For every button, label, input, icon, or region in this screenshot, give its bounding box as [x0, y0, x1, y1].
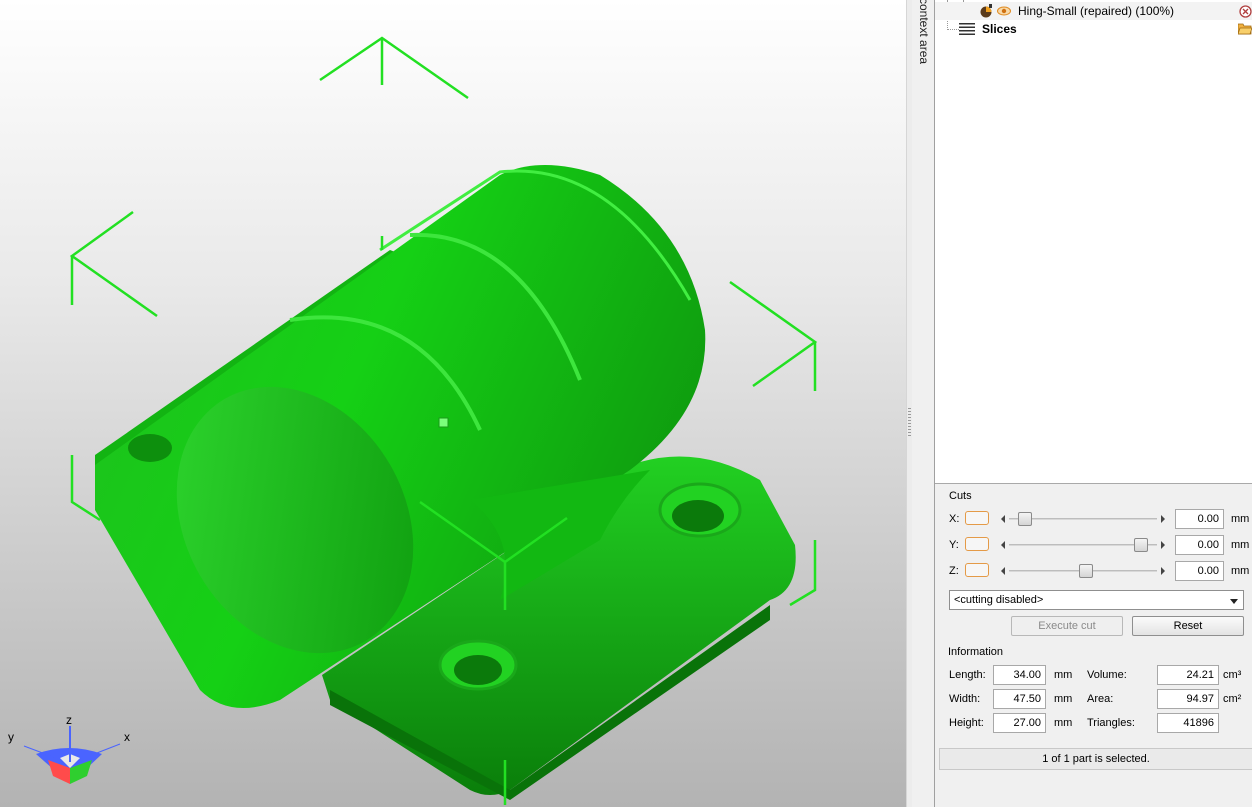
model-scene[interactable]	[0, 0, 906, 807]
context-area-tab[interactable]: context area	[912, 0, 934, 807]
cut-z-label: Z:	[949, 565, 959, 577]
triangles-label: Triangles:	[1087, 717, 1135, 729]
length-unit: mm	[1054, 669, 1073, 681]
selection-handle	[438, 417, 449, 428]
width-label: Width:	[949, 693, 981, 705]
arrow-left-icon[interactable]	[1001, 515, 1005, 523]
cut-z-value-input[interactable]: 0.00	[1175, 561, 1224, 581]
cut-x-value-input[interactable]: 0.00	[1175, 509, 1224, 529]
part-icon	[979, 4, 993, 18]
length-value: 34.00	[993, 665, 1046, 685]
folder-icon[interactable]	[1237, 22, 1252, 35]
area-label: Area:	[1087, 693, 1114, 705]
arrow-left-icon[interactable]	[1001, 567, 1005, 575]
axis-z-label: z	[66, 713, 72, 727]
cut-x-label: X:	[949, 513, 960, 525]
cut-z-slider-thumb[interactable]	[1078, 564, 1093, 578]
cut-y-slider-thumb[interactable]	[1133, 538, 1148, 552]
cut-y-slider[interactable]	[999, 537, 1167, 553]
cut-y-value-input[interactable]: 0.00	[1175, 535, 1224, 555]
splitter-grip-icon	[908, 408, 911, 438]
cut-z-color-swatch[interactable]	[965, 563, 989, 577]
cut-y-color-swatch[interactable]	[965, 537, 989, 551]
area-unit: cm²	[1223, 693, 1242, 705]
execute-cut-button[interactable]: Execute cut	[1011, 616, 1123, 636]
cut-mode-select-value: <cutting disabled>	[954, 594, 1044, 606]
arrow-right-icon[interactable]	[1161, 541, 1165, 549]
width-value: 47.50	[993, 689, 1046, 709]
height-label: Height:	[949, 717, 984, 729]
screw-hole-left	[128, 434, 172, 462]
area-value: 94.97	[1157, 689, 1219, 709]
axis-gizmo[interactable]: z y x	[6, 712, 136, 792]
volume-label: Volume:	[1087, 669, 1127, 681]
selection-status: 1 of 1 part is selected.	[939, 748, 1252, 770]
tree-item-part[interactable]: Hing-Small (repaired) (100%)	[935, 2, 1252, 20]
reset-button[interactable]: Reset	[1132, 616, 1244, 636]
arrow-right-icon[interactable]	[1161, 515, 1165, 523]
volume-value: 24.21	[1157, 665, 1219, 685]
axis-y-label: y	[8, 730, 14, 744]
arrow-right-icon[interactable]	[1161, 567, 1165, 575]
triangles-value: 41896	[1157, 713, 1219, 733]
tree-item-label: Hing-Small (repaired) (100%)	[1018, 4, 1175, 18]
slices-icon	[959, 22, 975, 36]
volume-unit: cm³	[1223, 669, 1242, 681]
cut-mode-select[interactable]: <cutting disabled>	[949, 590, 1244, 610]
close-icon[interactable]	[1239, 5, 1252, 18]
object-tree[interactable]: Hing-Small (repaired) (100%) Slices	[935, 0, 1252, 484]
cut-y-label: Y:	[949, 539, 959, 551]
length-label: Length:	[949, 669, 986, 681]
tree-item-label: Slices	[982, 22, 1017, 36]
information-group-title: Information	[948, 646, 1004, 658]
cut-x-slider-thumb[interactable]	[1018, 512, 1033, 526]
cut-z-unit: mm	[1231, 565, 1250, 577]
cuts-group-title: Cuts	[949, 490, 972, 502]
cut-x-color-swatch[interactable]	[965, 511, 989, 525]
axis-x-label: x	[124, 730, 130, 744]
cut-y-unit: mm	[1231, 539, 1250, 551]
arrow-left-icon[interactable]	[1001, 541, 1005, 549]
chevron-down-icon	[1230, 599, 1238, 604]
visibility-icon[interactable]	[997, 5, 1011, 17]
tree-item-slices[interactable]: Slices	[935, 20, 1252, 38]
width-unit: mm	[1054, 693, 1073, 705]
cut-z-slider[interactable]	[999, 563, 1167, 579]
context-area-tab-label: context area	[917, 0, 931, 65]
cut-x-slider[interactable]	[999, 511, 1167, 527]
right-panel: Hing-Small (repaired) (100%) Slices Cuts…	[934, 0, 1252, 807]
height-unit: mm	[1054, 717, 1073, 729]
height-value: 27.00	[993, 713, 1046, 733]
cut-x-unit: mm	[1231, 513, 1250, 525]
3d-viewport[interactable]: z y x	[0, 0, 906, 807]
